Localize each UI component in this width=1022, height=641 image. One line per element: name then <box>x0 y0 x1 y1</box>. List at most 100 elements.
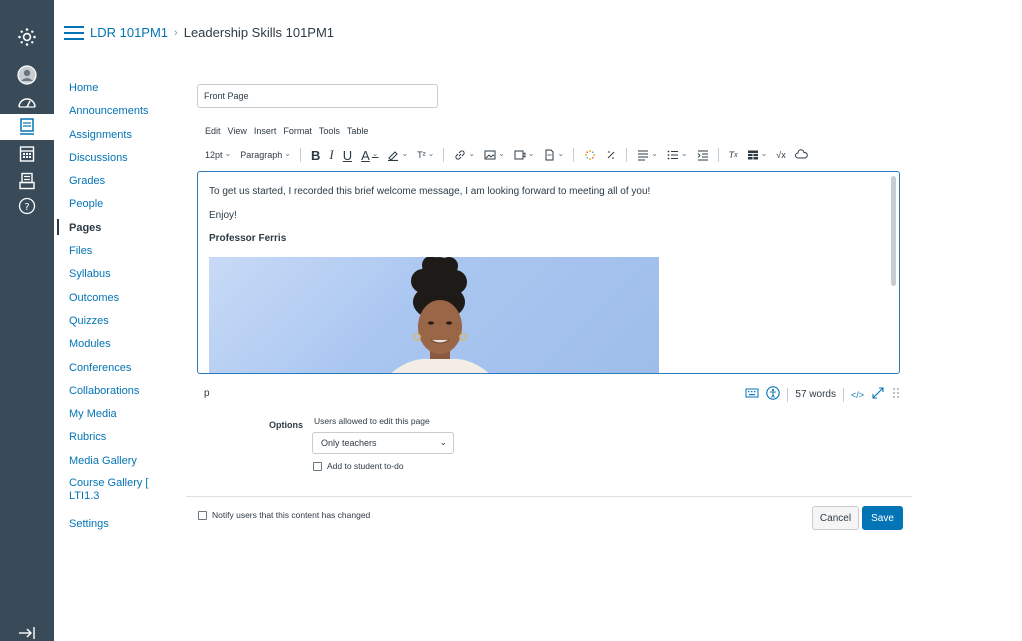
unlink-icon[interactable] <box>605 149 617 161</box>
toolbar-divider <box>573 148 575 162</box>
cloud-icon[interactable] <box>794 149 808 161</box>
course-nav-course-gallery[interactable]: Course Gallery [ LTI1.3 <box>69 475 169 515</box>
embedded-video-thumbnail[interactable] <box>209 257 659 373</box>
editor-toolbar: 12pt Paragraph B I U A T² <box>205 147 817 163</box>
inbox-icon[interactable] <box>0 168 54 194</box>
account-icon[interactable] <box>0 62 54 88</box>
help-icon[interactable]: ? <box>0 193 54 219</box>
status-divider <box>787 387 789 402</box>
calendar-icon[interactable] <box>0 141 54 167</box>
media-icon[interactable] <box>514 149 535 161</box>
course-nav-settings[interactable]: Settings <box>69 515 169 538</box>
menu-view[interactable]: View <box>228 126 247 136</box>
chevron-down-icon: ⌄ <box>439 437 447 447</box>
course-nav-pages[interactable]: Pages <box>69 219 169 242</box>
page-header: LDR 101PM1 › Leadership Skills 101PM1 <box>54 0 1022 66</box>
save-button[interactable]: Save <box>862 506 903 530</box>
breadcrumb-course-link[interactable]: LDR 101PM1 <box>90 25 168 40</box>
block-format-dropdown[interactable]: Paragraph <box>240 150 291 160</box>
app: ? LDR 101PM1 › Leadership Skills 101PM1 … <box>0 0 1022 641</box>
course-nav-syllabus[interactable]: Syllabus <box>69 265 169 288</box>
course-nav-modules[interactable]: Modules <box>69 335 169 358</box>
active-nav-indicator <box>57 219 59 235</box>
editor-scrollbar[interactable] <box>891 176 896 286</box>
highlight-color-icon[interactable] <box>387 149 408 161</box>
course-nav-files[interactable]: Files <box>69 242 169 265</box>
clear-formatting-icon[interactable]: Tx <box>729 150 738 160</box>
toolbar-divider <box>443 148 445 162</box>
align-icon[interactable] <box>637 149 658 161</box>
course-nav-my-media[interactable]: My Media <box>69 405 169 428</box>
table-icon[interactable] <box>747 149 768 161</box>
toolbar-divider <box>626 148 628 162</box>
content-paragraph[interactable]: Enjoy! <box>209 210 237 221</box>
superscript-icon[interactable]: T² <box>417 150 434 160</box>
edit-permission-label: Users allowed to edit this page <box>314 416 430 426</box>
equation-icon[interactable]: √x <box>776 150 785 160</box>
menu-insert[interactable]: Insert <box>254 126 277 136</box>
toolbar-divider <box>299 148 301 162</box>
menu-edit[interactable]: Edit <box>205 126 221 136</box>
rich-content-editor[interactable]: To get us started, I recorded this brief… <box>197 171 900 374</box>
menu-format[interactable]: Format <box>283 126 312 136</box>
editor-menubar: Edit View Insert Format Tools Table <box>205 126 368 136</box>
course-nav-quizzes[interactable]: Quizzes <box>69 312 169 335</box>
toolbar-divider <box>717 148 719 162</box>
content-signature[interactable]: Professor Ferris <box>209 233 286 244</box>
course-nav-home[interactable]: Home <box>69 79 169 102</box>
keyboard-shortcuts-icon[interactable] <box>745 387 759 402</box>
menu-table[interactable]: Table <box>347 126 369 136</box>
breadcrumb: LDR 101PM1 › Leadership Skills 101PM1 <box>90 25 334 40</box>
dashboard-icon[interactable] <box>0 89 54 115</box>
bullet-list-icon[interactable] <box>667 149 688 161</box>
global-nav: ? <box>0 0 54 641</box>
breadcrumb-current: Leadership Skills 101PM1 <box>183 25 335 40</box>
course-nav-outcomes[interactable]: Outcomes <box>69 289 169 312</box>
content-paragraph[interactable]: To get us started, I recorded this brief… <box>209 186 650 197</box>
text-color-icon[interactable]: A <box>361 148 378 163</box>
courses-icon[interactable] <box>0 114 54 140</box>
course-nav-grades[interactable]: Grades <box>69 172 169 195</box>
course-nav-conferences[interactable]: Conferences <box>69 359 169 382</box>
breadcrumb-separator: › <box>174 26 178 39</box>
indent-icon[interactable] <box>697 149 709 161</box>
italic-icon[interactable]: I <box>329 147 333 163</box>
status-divider <box>842 387 844 402</box>
element-path[interactable]: p <box>204 388 210 399</box>
course-nav-collaborations[interactable]: Collaborations <box>69 382 169 405</box>
document-icon[interactable] <box>543 149 564 161</box>
course-nav-assignments[interactable]: Assignments <box>69 126 169 149</box>
options-label: Options <box>269 420 303 430</box>
checkbox-icon[interactable] <box>313 461 322 471</box>
footer-divider <box>186 496 912 497</box>
word-count: 57 words <box>795 389 836 400</box>
resize-handle-icon[interactable] <box>892 387 900 402</box>
apps-icon[interactable] <box>584 149 596 161</box>
edit-permission-select[interactable]: Only teachers ⌄ <box>312 432 454 454</box>
link-icon[interactable] <box>454 149 475 161</box>
accessibility-checker-icon[interactable] <box>766 386 781 403</box>
editor-statusbar: p 57 words </> <box>197 384 900 402</box>
course-nav-rubrics[interactable]: Rubrics <box>69 428 169 451</box>
html-editor-toggle[interactable]: </> <box>851 390 864 400</box>
page-title-input[interactable] <box>197 84 438 108</box>
cancel-button[interactable]: Cancel <box>812 506 859 530</box>
course-nav-media-gallery[interactable]: Media Gallery <box>69 452 169 475</box>
course-nav-people[interactable]: People <box>69 195 169 218</box>
student-todo-checkbox[interactable]: Add to student to-do <box>313 461 404 471</box>
font-size-dropdown[interactable]: 12pt <box>205 150 231 160</box>
menu-tools[interactable]: Tools <box>319 126 340 136</box>
course-nav-announcements[interactable]: Announcements <box>69 102 169 125</box>
hamburger-menu-icon[interactable] <box>64 26 84 40</box>
edit-permission-value: Only teachers <box>321 438 377 448</box>
fullscreen-icon[interactable] <box>871 386 885 403</box>
underline-icon[interactable]: U <box>343 148 352 163</box>
svg-text:?: ? <box>24 202 29 213</box>
notify-users-checkbox[interactable]: Notify users that this content has chang… <box>198 510 370 520</box>
image-icon[interactable] <box>484 149 505 161</box>
canvas-logo-icon[interactable] <box>0 24 54 50</box>
course-nav-discussions[interactable]: Discussions <box>69 149 169 172</box>
checkbox-icon[interactable] <box>198 510 207 520</box>
bold-icon[interactable]: B <box>311 148 320 163</box>
collapse-nav-icon[interactable] <box>0 620 54 641</box>
